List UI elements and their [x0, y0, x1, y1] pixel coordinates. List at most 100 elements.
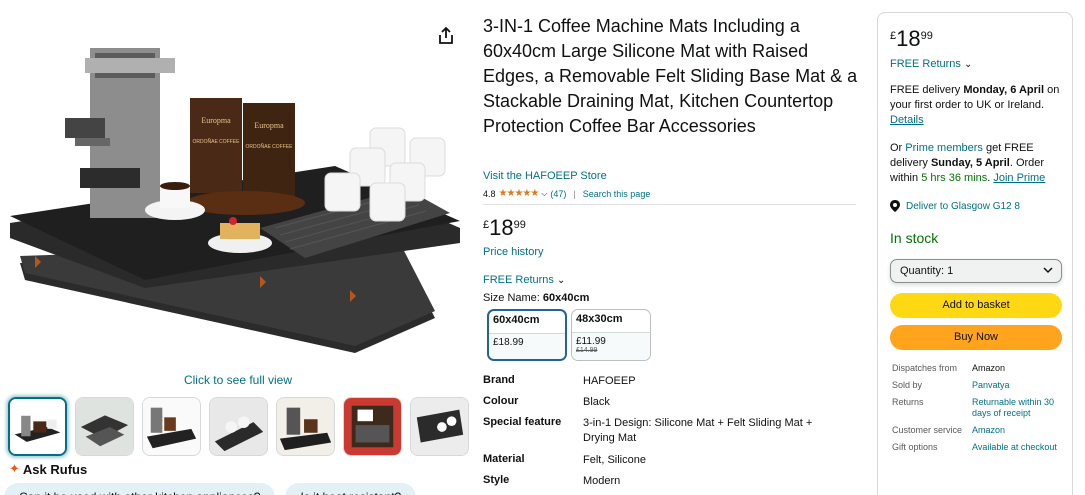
free-returns-label: FREE Returns: [890, 58, 961, 70]
spec-key: Style: [483, 474, 510, 486]
product-price: £ 18 99: [483, 216, 526, 240]
prime-members-link[interactable]: Prime members: [905, 142, 983, 154]
bag-brand-label: Europma: [254, 121, 284, 130]
spec-row: Style Modern: [483, 474, 843, 495]
product-title: 3-IN-1 Coffee Machine Mats Including a 6…: [483, 16, 858, 136]
rufus-question-chip[interactable]: Is it heat resistant?: [285, 483, 417, 495]
bag-product-label: ORDOÑAE COFFEE: [193, 138, 241, 145]
add-to-basket-button[interactable]: Add to basket: [890, 293, 1062, 318]
details-link[interactable]: Details: [890, 114, 924, 126]
thumbnail[interactable]: [343, 397, 402, 456]
chevron-down-icon: ⌄: [556, 275, 566, 286]
spec-value: Black: [583, 396, 610, 408]
delivery-prefix: FREE delivery: [890, 84, 964, 96]
ask-rufus-label: Ask Rufus: [22, 461, 88, 477]
info-key: Returns: [892, 397, 924, 407]
star-rating-icon[interactable]: ★★★★★: [499, 188, 540, 199]
search-this-page-link[interactable]: Search this page: [583, 189, 651, 199]
info-row: Gift options Available at checkout: [892, 442, 1058, 459]
thumbnail[interactable]: [276, 397, 335, 456]
rating-value: 4.8: [483, 188, 496, 199]
seller-info-table: Dispatches from Amazon Sold by Panvatya …: [892, 363, 1058, 459]
info-key: Dispatches from: [892, 363, 958, 373]
info-row: Sold by Panvatya: [892, 380, 1058, 397]
free-returns-link[interactable]: FREE Returns ⌄: [483, 274, 565, 286]
ask-rufus-button[interactable]: ✦ Ask Rufus: [9, 461, 87, 477]
info-row: Customer service Amazon: [892, 425, 1058, 442]
spec-row: Material Felt, Silicone: [483, 453, 843, 474]
chevron-down-icon: [1043, 267, 1053, 274]
info-row: Returns Returnable within 30 days of rec…: [892, 397, 1058, 425]
rufus-sparkle-icon: ✦: [9, 461, 20, 476]
size-option-was-price: £14.99: [576, 347, 598, 354]
size-value: 60x40cm: [542, 292, 590, 304]
product-specs-table: Brand HAFOEEP Colour Black Special featu…: [483, 374, 843, 495]
deliver-to-link[interactable]: Deliver to Glasgow G12 8: [890, 200, 1020, 212]
spec-key: Brand: [483, 374, 515, 386]
click-to-see-full-view[interactable]: Click to see full view: [0, 373, 476, 387]
main-product-image[interactable]: Europma ORDOÑAE COFFEE Europma ORDOÑAE C…: [5, 18, 465, 363]
returns-policy-link[interactable]: Returnable within 30 days of receipt: [972, 397, 1058, 425]
buy-box: £ 18 99 FREE Returns ⌄ FREE delivery Mon…: [877, 12, 1073, 495]
buy-now-button[interactable]: Buy Now: [890, 325, 1062, 350]
spec-value: 3-in-1 Design: Silicone Mat + Felt Slidi…: [583, 417, 813, 444]
price-fraction: 99: [513, 219, 526, 231]
chevron-down-icon: ⌄: [963, 59, 973, 70]
deliver-to-label: Deliver to Glasgow G12 8: [906, 200, 1020, 212]
thumbnail[interactable]: [75, 397, 134, 456]
size-option-price: £18.99: [493, 337, 524, 348]
stock-status: In stock: [890, 230, 939, 246]
size-options: 60x40cm £18.99 48x30cm £11.99 £14.99: [487, 309, 651, 361]
chevron-down-icon[interactable]: ⌵: [541, 189, 547, 199]
prime-prefix: Or: [890, 142, 906, 154]
prime-countdown: 5 hrs 36 mins: [921, 172, 988, 184]
info-row: Dispatches from Amazon: [892, 363, 1058, 380]
spec-row: Brand HAFOEEP: [483, 374, 843, 395]
bag-brand-label: Europma: [201, 116, 231, 125]
rufus-question-chip[interactable]: Can it be used with other kitchen applia…: [4, 483, 276, 495]
spec-value: Modern: [583, 475, 621, 487]
review-count-link[interactable]: (47): [550, 189, 566, 199]
thumbnail-strip: [8, 397, 469, 456]
size-option-48x30[interactable]: 48x30cm £11.99 £14.99: [571, 309, 651, 361]
size-option-name: 48x30cm: [576, 313, 623, 325]
quantity-value: Quantity: 1: [900, 265, 954, 277]
location-pin-icon: [890, 200, 900, 212]
thumbnail[interactable]: [142, 397, 201, 456]
info-key: Sold by: [892, 380, 923, 390]
spec-row: Colour Black: [483, 395, 843, 416]
size-option-price: £11.99: [576, 336, 606, 347]
size-name-label: Size Name: 60x40cm: [483, 292, 589, 304]
size-option-price-box: £11.99 £14.99: [572, 332, 650, 360]
spec-key: Material: [483, 453, 525, 465]
size-option-price-box: £18.99: [489, 333, 565, 359]
prime-date: Sunday, 5 April: [930, 157, 1010, 169]
store-link[interactable]: Visit the HAFOEEP Store: [483, 170, 607, 182]
spec-key: Colour: [483, 395, 519, 407]
free-returns-label: FREE Returns: [483, 274, 554, 286]
size-option-60x40[interactable]: 60x40cm £18.99: [487, 309, 567, 361]
delivery-date: Monday, 6 April: [963, 84, 1045, 96]
price-whole: 18: [489, 215, 514, 240]
info-key: Gift options: [892, 442, 938, 452]
size-label: Size Name:: [483, 292, 540, 304]
divider: [483, 204, 856, 205]
customer-service-link[interactable]: Amazon: [972, 425, 1058, 442]
price-history-link[interactable]: Price history: [483, 246, 544, 258]
thumbnail[interactable]: [410, 397, 469, 456]
price-whole: 18: [896, 26, 921, 51]
buybox-price: £ 18 99: [890, 27, 933, 51]
separator: |: [573, 188, 576, 199]
buybox-free-returns-link[interactable]: FREE Returns ⌄: [890, 58, 972, 70]
spec-value: Felt, Silicone: [583, 454, 646, 466]
rating-row: 4.8 ★★★★★ ⌵ (47) | Search this page: [483, 188, 650, 199]
thumbnail[interactable]: [8, 397, 67, 456]
join-prime-link[interactable]: Join Prime: [993, 172, 1045, 184]
info-key: Customer service: [892, 425, 963, 435]
sold-by-link[interactable]: Panvatya: [972, 380, 1058, 397]
gift-options-link[interactable]: Available at checkout: [972, 442, 1058, 459]
size-option-name: 60x40cm: [493, 314, 540, 326]
quantity-dropdown[interactable]: Quantity: 1: [890, 259, 1062, 283]
price-fraction: 99: [920, 30, 933, 42]
thumbnail[interactable]: [209, 397, 268, 456]
